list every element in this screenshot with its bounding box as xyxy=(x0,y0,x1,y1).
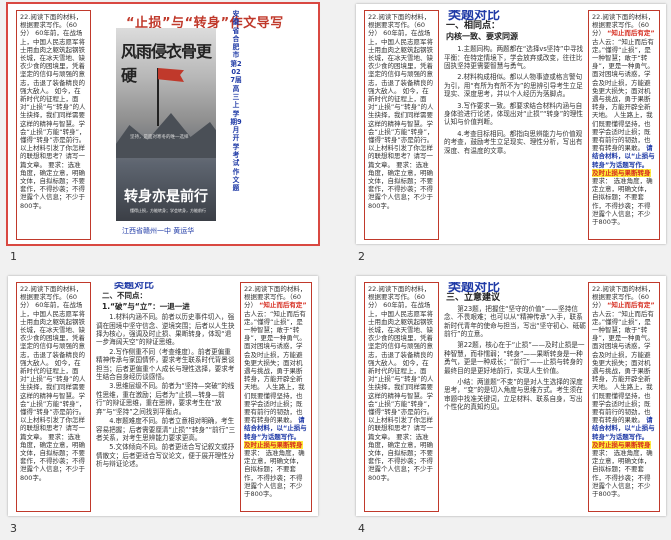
author-line: 江西省赣州一中 黄运华 xyxy=(122,227,195,235)
paragraph: 2.写作侧重不同（考查维度）。前者更偏重精神传承与家国情怀，要求考生联系时代背景… xyxy=(96,347,235,382)
paragraph: 第22题，核心在于“止损”——及时止损是一种智慧，而非懦弱；“转身”——果断转身… xyxy=(444,341,585,375)
slide-number: 2 xyxy=(358,250,365,263)
material-text-box: 22.阅读下面的材料，根据要求写作。（60分） 60年前，在战场上，中国人民志愿… xyxy=(16,282,91,512)
vertical-exam-title: 安徽省合肥市第2027届高三上学期9月开学考试作文题 xyxy=(230,10,242,193)
suggestion-content: 类题对比 三、立意建议 第23题，把握住“坚守的价值”——坚持信念、不畏艰难；也… xyxy=(444,282,586,514)
paragraph: 3.写作要求一致。都要求结合材料内涵与自身体验进行论述，体现出对“止损”“转身”… xyxy=(444,101,583,127)
paragraph: 4.审题难度不同。前者立意相对明确，考生容易把握；后者需要厘清“止损”“转身”“… xyxy=(96,417,236,442)
section-subheading-2: 内核一致、要求同源 xyxy=(446,31,518,41)
section-heading: 类题对比 xyxy=(448,10,501,23)
section-subheading: 二、不同点： xyxy=(102,291,147,301)
material-text-box: 22.阅读下面的材料，根据要求写作。（60分） 60年前，在战场上，中国人民志愿… xyxy=(364,10,439,240)
slide-3-canvas[interactable]: 22.阅读下面的材料，根据要求写作。（60分） 60年前，在战场上，中国人民志愿… xyxy=(8,276,318,516)
comparison-content: 类题对比 一、相同点： 内核一致、要求同源 1.主题同构。两题都在“选择vs坚持… xyxy=(444,10,586,242)
paragraph: 3.思维层级不同。前者为“坚持—突破”的线性思维，重在激励；后者为“止损—转身—… xyxy=(96,382,235,416)
paragraph: 1.主题同构。两题都在“选择vs坚持”中寻找平衡：在特定情境下，学会放弃或改变，… xyxy=(444,45,584,71)
section-subheading: 一、相同点： xyxy=(446,21,501,32)
paragraph: 4.考查目标相同。都指向思辨能力与价值观的考查，鼓励考生立足现实、理性分析，写出… xyxy=(444,129,583,155)
mountain-shape xyxy=(116,113,216,158)
section-heading: 类题对比 xyxy=(448,282,501,295)
prompt-text-box: 22.阅读下面的材料，根据要求写作。（60分） “知止而后有定” 古人云：“知止… xyxy=(588,10,660,240)
slide-1-canvas[interactable]: 22.阅读下面的材料，根据要求写作。（60分） 60年前，在战场上，中国人民志愿… xyxy=(6,2,320,246)
prompt-text-box: 22.阅读下面的材料，根据要求写作。（60分） “知止而后有定” 古人云：“知止… xyxy=(588,282,660,512)
paragraph: 第23题，把握住“坚守的价值”——坚持信念、不畏艰难；也可以从“精神传承”入手，… xyxy=(444,304,586,339)
poster-caption: 懂得止损，方能转身；学会转身，方能前行 xyxy=(130,208,206,213)
paragraph: 2.材料构成相似。都以人物事迹或格言警句为引，用“有所为有所不为”的思辨引导考生… xyxy=(444,73,583,99)
section-subheading-2: 1.“破”与“立”：一退一进 xyxy=(102,301,190,311)
slide-number: 1 xyxy=(10,250,17,263)
section-subheading: 三、立意建议 xyxy=(446,293,501,304)
slide-2-canvas[interactable]: 22.阅读下面的材料，根据要求写作。（60分） 60年前，在战场上，中国人民志愿… xyxy=(356,4,666,244)
slide-number: 4 xyxy=(358,522,365,535)
paragraph: 小结：两道题“不变”的是对人生选择的深度思考，“变”的是切入角度与思维方式。考生… xyxy=(444,378,583,412)
cover-poster-image: 风雨侵衣骨更硬 坚持，是面对寒冬的唯一选择 转身亦是前行 懂得止损，方能转身；学… xyxy=(116,28,216,221)
prompt-text-box: 22.阅读下面的材料，根据要求写作。（60分） “知止而后有定” 古人云：“知止… xyxy=(240,282,312,512)
material-text-box: 22.阅读下面的材料，根据要求写作。（60分） 60年前，在战场上，中国人民志愿… xyxy=(364,282,439,512)
slide-number: 3 xyxy=(10,522,17,535)
poster-headline-2: 转身亦是前行 xyxy=(124,189,208,205)
poster-subline: 坚持，是面对寒冬的唯一选择 xyxy=(130,135,189,140)
section-heading: 类题对比 xyxy=(114,282,154,291)
slide-4-canvas[interactable]: 22.阅读下面的材料，根据要求写作。（60分） 60年前，在战场上，中国人民志愿… xyxy=(356,276,666,516)
paragraph: 1.材料内涵不同。前者以历史事件切入，强调在困境中坚守信念、逆境突围；后者以人生… xyxy=(96,313,235,347)
material-text-box: 22.阅读下面的材料，根据要求写作。（60分） 60年前，在战场上，中国人民志愿… xyxy=(16,10,91,240)
paragraph: 5.文体倾向不同。前者更适合写记叙文或抒情散文；后者更适合写议论文，便于展开理性… xyxy=(96,443,235,469)
comparison-content: 类题对比 二、不同点： 1.“破”与“立”：一退一进 1.材料内涵不同。前者以历… xyxy=(96,282,236,514)
